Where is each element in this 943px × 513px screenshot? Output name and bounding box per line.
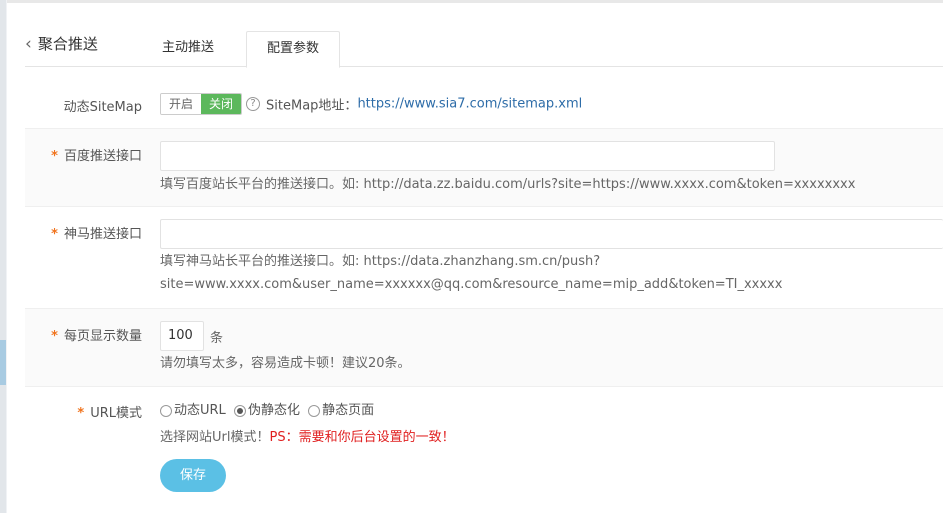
save-button[interactable]: 保存 (160, 459, 226, 492)
baidu-field: 填写百度站长平台的推送接口。如: http://data.zz.baidu.co… (160, 141, 943, 196)
sitemap-row: 动态SiteMap 开启 关闭 ? SiteMap地址：https://www.s… (25, 83, 943, 129)
radio-circle-selected[interactable] (233, 405, 246, 417)
tab-active-push[interactable]: 主动推送 (142, 31, 234, 67)
url-mode-label-wrap: * URL模式 (25, 402, 142, 421)
shenma-field: 填写神马站长平台的推送接口。如: https://data.zhanzhang.… (160, 219, 943, 296)
shenma-hint-line1: 填写神马站长平台的推送接口。如: https://data.zhanzhang.… (160, 254, 601, 269)
required-mark: * (77, 406, 85, 421)
per-page-label-wrap: * 每页显示数量 (25, 325, 142, 344)
per-page-field: 100 条 请勿填写太多，容易造成卡顿！建议20条。 (160, 321, 943, 375)
shenma-push-input[interactable] (160, 219, 943, 249)
back-button[interactable]: ‹ 聚合推送 (25, 33, 98, 54)
per-page-row: * 每页显示数量 100 条 请勿填写太多，容易造成卡顿！建议20条。 (25, 309, 943, 387)
sitemap-field: 开启 关闭 ? SiteMap地址：https://www.sia7.com/si… (160, 93, 943, 115)
sidebar-scroll-accent (0, 340, 6, 385)
sitemap-address-link[interactable]: https://www.sia7.com/sitemap.xml (357, 97, 582, 112)
per-page-hint: 请勿填写太多，容易造成卡顿！建议20条。 (160, 356, 411, 371)
required-mark: * (51, 329, 58, 344)
toggle-on-option[interactable]: 开启 (161, 94, 202, 114)
radio-label: 伪静态化 (247, 403, 300, 418)
sitemap-address-label: SiteMap地址： (266, 98, 358, 114)
chevron-left-icon: ‹ (25, 33, 32, 54)
url-mode-row: * URL模式 动态URL 伪静态化 静态页面 选择网站Url模式！PS：需要和你… (25, 387, 943, 513)
url-mode-hint-wrap: 选择网站Url模式！PS：需要和你后台设置的一致！ (160, 426, 943, 449)
url-mode-hint: 选择网站Url模式！ (160, 430, 270, 445)
baidu-label: 百度推送接口 (63, 149, 142, 164)
left-sidebar-edge (0, 0, 6, 513)
radio-circle[interactable] (308, 405, 321, 417)
baidu-row: * 百度推送接口 填写百度站长平台的推送接口。如: http://data.zz.… (25, 129, 943, 207)
required-mark: * (51, 227, 58, 242)
radio-circle[interactable] (160, 405, 172, 417)
url-mode-warning: PS：需要和你后台设置的一致！ (269, 430, 455, 445)
sitemap-label: 动态SiteMap (63, 100, 142, 115)
per-page-label: 每页显示数量 (63, 329, 142, 344)
required-mark: * (51, 149, 58, 164)
shenma-label-wrap: * 神马推送接口 (25, 223, 142, 242)
toggle-off-option[interactable]: 关闭 (201, 94, 242, 114)
baidu-label-wrap: * 百度推送接口 (25, 145, 142, 164)
baidu-hint: 填写百度站长平台的推送接口。如: http://data.zz.baidu.co… (160, 177, 856, 192)
radio-label: 动态URL (174, 403, 226, 418)
shenma-label: 神马推送接口 (63, 227, 142, 242)
radio-dynamic-url[interactable]: 动态URL (160, 400, 226, 422)
help-icon[interactable]: ? (246, 97, 261, 111)
per-page-unit: 条 (210, 330, 224, 346)
shenma-row: * 神马推送接口 填写神马站长平台的推送接口。如: https://data.zh… (25, 207, 943, 309)
shenma-hint-line2: site=www.xxxx.com&user_name=xxxxxx@qq.co… (160, 277, 783, 292)
page-title: 聚合推送 (37, 35, 98, 53)
baidu-push-input[interactable] (160, 141, 775, 171)
radio-pseudo-static[interactable]: 伪静态化 (233, 400, 300, 422)
radio-static-page[interactable]: 静态页面 (308, 400, 374, 422)
sitemap-toggle[interactable]: 开启 关闭 (160, 93, 243, 115)
url-mode-field: 动态URL 伪静态化 静态页面 选择网站Url模式！PS：需要和你后台设置的一致… (160, 400, 943, 449)
url-mode-label: URL模式 (90, 406, 142, 421)
per-page-input[interactable]: 100 (160, 321, 204, 351)
radio-label: 静态页面 (322, 403, 375, 418)
panel-header: ‹ 聚合推送 主动推送 配置参数 (25, 28, 943, 68)
settings-panel: ‹ 聚合推送 主动推送 配置参数 动态SiteMap 开启 关闭 ? SiteMa… (7, 0, 943, 513)
tab-config-params[interactable]: 配置参数 (246, 31, 341, 68)
